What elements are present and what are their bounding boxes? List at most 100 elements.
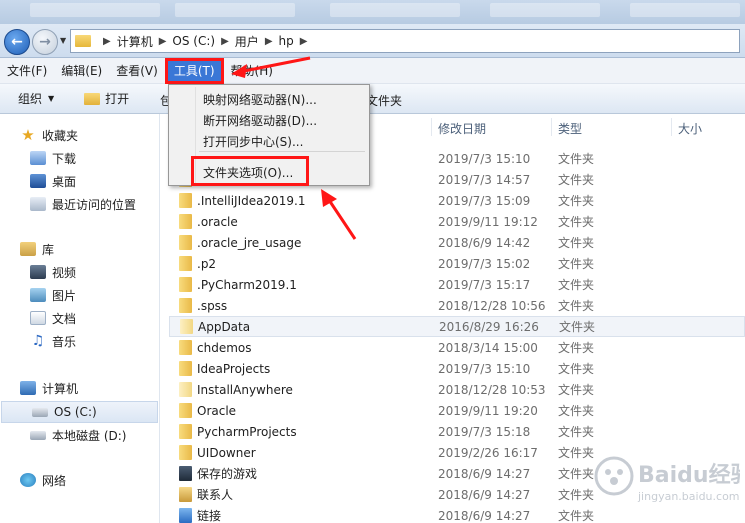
nav-computer[interactable]: 计算机 bbox=[20, 377, 78, 399]
video-icon bbox=[30, 265, 46, 279]
back-button[interactable]: ← bbox=[4, 29, 30, 55]
file-type: 文件夹 bbox=[558, 215, 595, 229]
menu-view[interactable]: 查看(V) bbox=[109, 60, 165, 82]
nav-download[interactable]: 下载 bbox=[30, 147, 76, 169]
nav-favorites[interactable]: ★ 收藏夹 bbox=[20, 124, 78, 146]
nav-desktop[interactable]: 桌面 bbox=[30, 170, 76, 192]
file-type: 文件夹 bbox=[558, 257, 595, 271]
file-row[interactable]: .PyCharm2019.1 2019/7/3 15:17 文件夹 bbox=[169, 274, 745, 295]
chevron-right-icon[interactable]: ▶ bbox=[103, 36, 111, 47]
folder-icon bbox=[179, 466, 192, 481]
file-row[interactable]: .IntelliJIdea2019.1 2019/7/3 15:09 文件夹 bbox=[169, 190, 745, 211]
folder-icon bbox=[179, 340, 192, 355]
folder-icon bbox=[179, 445, 192, 460]
file-row[interactable]: chdemos 2018/3/14 15:00 文件夹 bbox=[169, 337, 745, 358]
column-header-type[interactable]: 类型 bbox=[558, 120, 582, 137]
open-button[interactable]: 打开 bbox=[84, 90, 129, 107]
file-name: 链接 bbox=[197, 509, 222, 523]
organize-label: 组织 bbox=[18, 92, 43, 106]
chevron-right-icon[interactable]: ▶ bbox=[221, 36, 229, 47]
file-type: 文件夹 bbox=[558, 404, 595, 418]
file-type: 文件夹 bbox=[558, 194, 595, 208]
chevron-right-icon[interactable]: ▶ bbox=[159, 36, 167, 47]
folder-icon bbox=[179, 277, 192, 292]
background-tab bbox=[30, 3, 160, 17]
background-tab bbox=[330, 3, 460, 17]
nav-label: 音乐 bbox=[52, 334, 77, 349]
file-modified-date: 2018/12/28 10:56 bbox=[438, 298, 546, 313]
computer-icon bbox=[20, 381, 36, 395]
nav-label: 本地磁盘 (D:) bbox=[52, 428, 127, 443]
network-icon bbox=[20, 473, 36, 487]
file-row[interactable]: IdeaProjects 2019/7/3 15:10 文件夹 bbox=[169, 358, 745, 379]
column-header-size[interactable]: 大小 bbox=[678, 120, 702, 137]
folder-icon bbox=[180, 319, 193, 334]
file-type: 文件夹 bbox=[558, 425, 595, 439]
watermark-url: jingyan.baidu.com bbox=[637, 490, 740, 503]
nav-label: 最近访问的位置 bbox=[52, 197, 137, 212]
folder-icon bbox=[179, 214, 192, 229]
menu-edit[interactable]: 编辑(E) bbox=[54, 60, 109, 82]
nav-recent[interactable]: 最近访问的位置 bbox=[30, 193, 136, 215]
nav-pictures[interactable]: 图片 bbox=[30, 284, 76, 306]
map-network-drive-item[interactable]: 映射网络驱动器(N)... bbox=[203, 91, 317, 108]
file-modified-date: 2019/7/3 15:10 bbox=[438, 151, 531, 166]
recent-pages-dropdown[interactable]: ▼ bbox=[60, 36, 66, 45]
file-row[interactable]: .oracle_jre_usage 2018/6/9 14:42 文件夹 bbox=[169, 232, 745, 253]
file-row[interactable]: .spss 2018/12/28 10:56 文件夹 bbox=[169, 295, 745, 316]
file-name: AppData bbox=[198, 319, 251, 334]
folder-icon bbox=[179, 382, 192, 397]
file-name: 联系人 bbox=[197, 488, 234, 502]
nav-os-c[interactable]: OS (C:) bbox=[1, 401, 158, 423]
chevron-right-icon[interactable]: ▶ bbox=[300, 36, 308, 47]
nav-label: 网络 bbox=[42, 473, 67, 488]
column-divider[interactable] bbox=[431, 118, 432, 136]
column-header-modified[interactable]: 修改日期 bbox=[438, 120, 486, 137]
file-modified-date: 2019/2/26 16:17 bbox=[438, 445, 538, 460]
disconnect-network-drive-item[interactable]: 断开网络驱动器(D)... bbox=[203, 112, 317, 129]
menu-file[interactable]: 文件(F) bbox=[0, 60, 54, 82]
menu-help[interactable]: 帮助(H) bbox=[224, 60, 280, 82]
file-row[interactable]: PycharmProjects 2019/7/3 15:18 文件夹 bbox=[169, 421, 745, 442]
file-row[interactable]: .oracle 2019/9/11 19:12 文件夹 bbox=[169, 211, 745, 232]
menu-tools[interactable]: 工具(T) bbox=[164, 57, 224, 84]
breadcrumb-computer[interactable]: 计算机 bbox=[117, 33, 153, 50]
menu-separator bbox=[199, 151, 365, 152]
nav-libraries[interactable]: 库 bbox=[20, 238, 54, 260]
file-modified-date: 2019/9/11 19:20 bbox=[438, 403, 538, 418]
file-modified-date: 2019/7/3 15:17 bbox=[438, 277, 531, 292]
organize-button[interactable]: 组织 ▼ bbox=[18, 90, 54, 107]
chevron-right-icon[interactable]: ▶ bbox=[265, 36, 273, 47]
column-divider[interactable] bbox=[551, 118, 552, 136]
nav-label: 桌面 bbox=[52, 174, 77, 189]
file-row[interactable]: InstallAnywhere 2018/12/28 10:53 文件夹 bbox=[169, 379, 745, 400]
nav-label: 文档 bbox=[52, 311, 77, 326]
file-row[interactable]: AppData 2016/8/29 16:26 文件夹 bbox=[169, 316, 745, 337]
forward-button[interactable]: → bbox=[32, 29, 58, 55]
column-divider[interactable] bbox=[671, 118, 672, 136]
file-name: .IntelliJIdea2019.1 bbox=[197, 193, 306, 208]
file-type: 文件夹 bbox=[558, 341, 595, 355]
nav-music[interactable]: ♫ 音乐 bbox=[30, 330, 76, 352]
folder-icon bbox=[179, 256, 192, 271]
file-modified-date: 2018/6/9 14:27 bbox=[438, 508, 531, 523]
folder-icon bbox=[179, 487, 192, 502]
nav-local-d[interactable]: 本地磁盘 (D:) bbox=[30, 424, 126, 446]
nav-documents[interactable]: 文档 bbox=[30, 307, 76, 329]
file-row[interactable]: .p2 2019/7/3 15:02 文件夹 bbox=[169, 253, 745, 274]
drive-icon bbox=[30, 430, 46, 440]
nav-network[interactable]: 网络 bbox=[20, 469, 66, 491]
file-name: .spss bbox=[197, 298, 228, 313]
open-sync-center-item[interactable]: 打开同步中心(S)... bbox=[203, 133, 303, 150]
nav-video[interactable]: 视频 bbox=[30, 261, 76, 283]
open-label: 打开 bbox=[105, 92, 130, 106]
breadcrumb-hp[interactable]: hp bbox=[279, 34, 294, 48]
address-field[interactable]: ▶ 计算机 ▶ OS (C:) ▶ 用户 ▶ hp ▶ bbox=[70, 29, 740, 53]
breadcrumb-os-c[interactable]: OS (C:) bbox=[172, 34, 215, 48]
breadcrumb-users[interactable]: 用户 bbox=[235, 33, 259, 50]
new-folder-button[interactable]: 文件夹 bbox=[366, 92, 402, 109]
file-modified-date: 2016/8/29 16:26 bbox=[439, 319, 539, 334]
music-note-icon: ♫ bbox=[31, 333, 45, 349]
folder-icon bbox=[179, 403, 192, 418]
file-row[interactable]: Oracle 2019/9/11 19:20 文件夹 bbox=[169, 400, 745, 421]
